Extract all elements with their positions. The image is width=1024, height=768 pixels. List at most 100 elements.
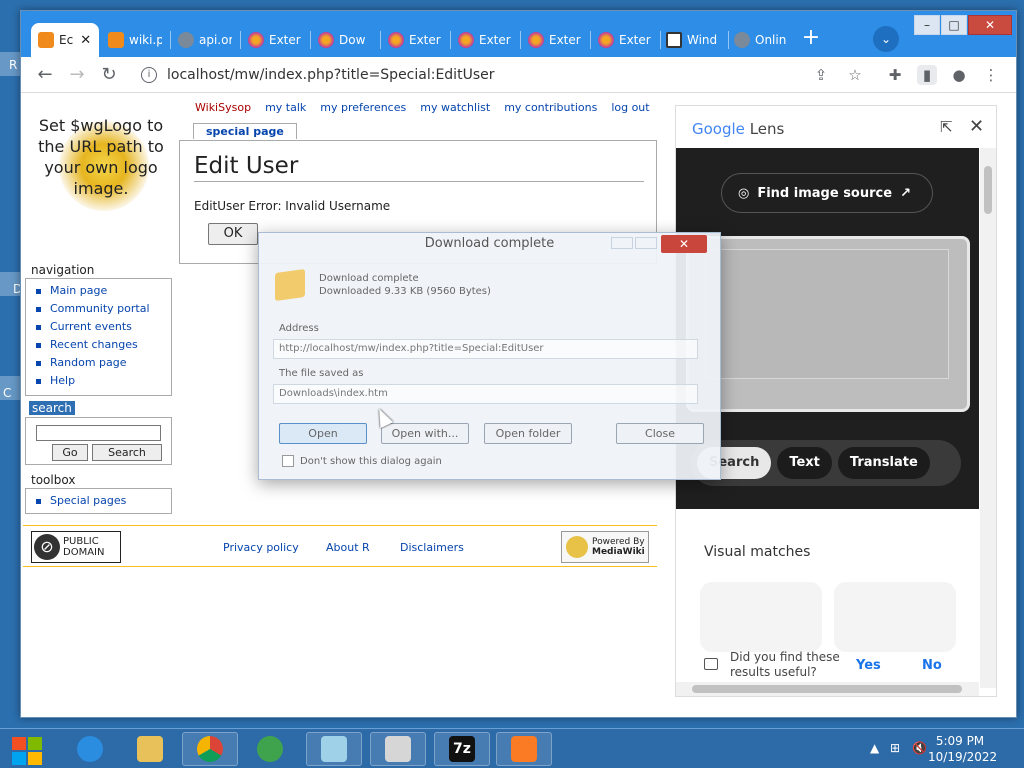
profile-icon[interactable]: ●	[949, 65, 969, 85]
privacy-policy-link[interactable]: Privacy policy	[223, 541, 299, 554]
tab[interactable]: Exter	[521, 23, 589, 57]
share-icon[interactable]: ⇪	[811, 65, 831, 85]
log-out-link[interactable]: log out	[611, 101, 649, 114]
nav-item-help[interactable]: Help	[34, 374, 171, 392]
close-panel-icon[interactable]: ✕	[969, 116, 984, 137]
archive-icon	[385, 736, 411, 762]
taskbar-ie[interactable]	[62, 732, 118, 766]
go-button[interactable]: Go	[52, 444, 88, 461]
google-lens-panel: Google Lens ⇱ ✕ ◎ Find image source ↗ Se…	[675, 105, 997, 697]
tab[interactable]: Exter	[381, 23, 449, 57]
maximize-button[interactable]: □	[941, 15, 967, 35]
about-link[interactable]: About R	[326, 541, 370, 554]
site-info-icon[interactable]: i	[141, 67, 157, 83]
my-preferences-link[interactable]: my preferences	[320, 101, 406, 114]
open-folder-button[interactable]: Open folder	[484, 423, 572, 444]
file-explorer-icon	[137, 736, 163, 762]
tab[interactable]: Wind	[659, 23, 727, 57]
tab-edit-user[interactable]: Ec ✕	[31, 23, 99, 57]
taskbar-notepad[interactable]	[306, 732, 362, 766]
lens-mode-chips: Search Text Translate	[691, 440, 961, 486]
search-button[interactable]: Search	[92, 444, 162, 461]
nav-item-recent-changes[interactable]: Recent changes	[34, 338, 171, 356]
tab[interactable]: wiki.p	[101, 23, 169, 57]
forward-button[interactable]: →	[65, 63, 89, 87]
start-button[interactable]	[6, 733, 44, 765]
ok-button[interactable]: OK	[208, 223, 258, 245]
search-heading: search	[29, 401, 75, 415]
tab[interactable]: Exter	[451, 23, 519, 57]
close-window-button[interactable]: ✕	[968, 15, 1012, 35]
minimize-button[interactable]: –	[914, 15, 940, 35]
toolbox-item-special-pages[interactable]: Special pages	[34, 494, 171, 512]
find-image-source-button[interactable]: ◎ Find image source ↗	[721, 173, 933, 213]
reload-button[interactable]: ↻	[97, 63, 121, 87]
feedback-yes-button[interactable]: Yes	[856, 658, 881, 673]
scroll-thumb[interactable]	[984, 166, 992, 214]
tray-expand-icon[interactable]: ▲	[870, 741, 879, 755]
tab-label: Exter	[479, 33, 511, 47]
network-icon[interactable]: ⊞	[890, 741, 900, 755]
feedback-no-button[interactable]: No	[922, 658, 942, 673]
lens-horizontal-scrollbar[interactable]	[676, 682, 979, 696]
tab-close-icon[interactable]: ✕	[80, 33, 91, 48]
tab-label: Dow	[339, 33, 366, 47]
dialog-maximize-button[interactable]	[635, 237, 657, 249]
selected-image-region[interactable]	[686, 236, 970, 412]
address-field[interactable]: http://localhost/mw/index.php?title=Spec…	[273, 339, 698, 359]
extensions-icon[interactable]: ✚	[885, 65, 905, 85]
nav-item-current-events[interactable]: Current events	[34, 320, 171, 338]
tab-special-page[interactable]: special page	[193, 123, 297, 139]
firefox-favicon-icon	[598, 32, 614, 48]
open-new-tab-icon[interactable]: ⇱	[940, 118, 953, 136]
taskbar-archive[interactable]	[370, 732, 426, 766]
new-tab-button[interactable]: +	[797, 25, 825, 53]
clock[interactable]: 5:09 PM 10/19/2022	[928, 733, 997, 765]
visual-match-card[interactable]	[700, 582, 822, 652]
tab[interactable]: Exter	[591, 23, 659, 57]
side-panel-icon[interactable]: ▮	[917, 65, 937, 85]
search-input[interactable]	[36, 425, 161, 441]
nav-item-community-portal[interactable]: Community portal	[34, 302, 171, 320]
taskbar-chrome[interactable]	[182, 732, 238, 766]
volume-muted-icon[interactable]: 🔇	[912, 741, 927, 755]
taskbar-app[interactable]	[242, 732, 298, 766]
nav-item-main-page[interactable]: Main page	[34, 284, 171, 302]
my-contributions-link[interactable]: my contributions	[504, 101, 597, 114]
address-bar[interactable]: i localhost/mw/index.php?title=Special:E…	[133, 61, 837, 89]
tab-search-button[interactable]: ⌄	[873, 26, 899, 52]
visual-match-card[interactable]	[834, 582, 956, 652]
wiki-logo[interactable]: Set $wgLogo to the URL path to your own …	[31, 115, 171, 215]
taskbar-explorer[interactable]	[122, 732, 178, 766]
close-button[interactable]: Close	[616, 423, 704, 444]
dialog-minimize-button[interactable]	[611, 237, 633, 249]
my-watchlist-link[interactable]: my watchlist	[420, 101, 490, 114]
tab-label: Exter	[269, 33, 301, 47]
open-button[interactable]: Open	[279, 423, 367, 444]
back-button[interactable]: ←	[33, 63, 57, 87]
taskbar-xampp[interactable]	[496, 732, 552, 766]
open-with-button[interactable]: Open with...	[381, 423, 469, 444]
windows-logo-icon	[12, 737, 26, 750]
user-link[interactable]: WikiSysop	[195, 101, 251, 114]
dont-show-checkbox[interactable]	[282, 455, 294, 467]
public-domain-badge[interactable]: ⊘ PUBLIC DOMAIN	[31, 531, 121, 563]
saved-as-field[interactable]: Downloads\index.htm	[273, 384, 698, 404]
text-chip[interactable]: Text	[777, 447, 832, 479]
lens-vertical-scrollbar[interactable]	[980, 148, 996, 688]
nav-item-random-page[interactable]: Random page	[34, 356, 171, 374]
dialog-close-button[interactable]: ✕	[661, 235, 707, 253]
bookmark-star-icon[interactable]: ☆	[845, 65, 865, 85]
scroll-thumb[interactable]	[692, 685, 962, 693]
translate-chip[interactable]: Translate	[837, 447, 930, 479]
taskbar-7zip[interactable]: 7z	[434, 732, 490, 766]
menu-icon[interactable]: ⋮	[981, 65, 1001, 85]
tab[interactable]: api.or	[171, 23, 239, 57]
powered-by-mediawiki-badge[interactable]: Powered By MediaWiki	[561, 531, 649, 563]
tab[interactable]: Exter	[241, 23, 309, 57]
tab[interactable]: Dow	[311, 23, 379, 57]
disclaimers-link[interactable]: Disclaimers	[400, 541, 464, 554]
tab-label: Wind	[687, 33, 718, 47]
my-talk-link[interactable]: my talk	[265, 101, 306, 114]
tab[interactable]: Onlin	[727, 23, 795, 57]
